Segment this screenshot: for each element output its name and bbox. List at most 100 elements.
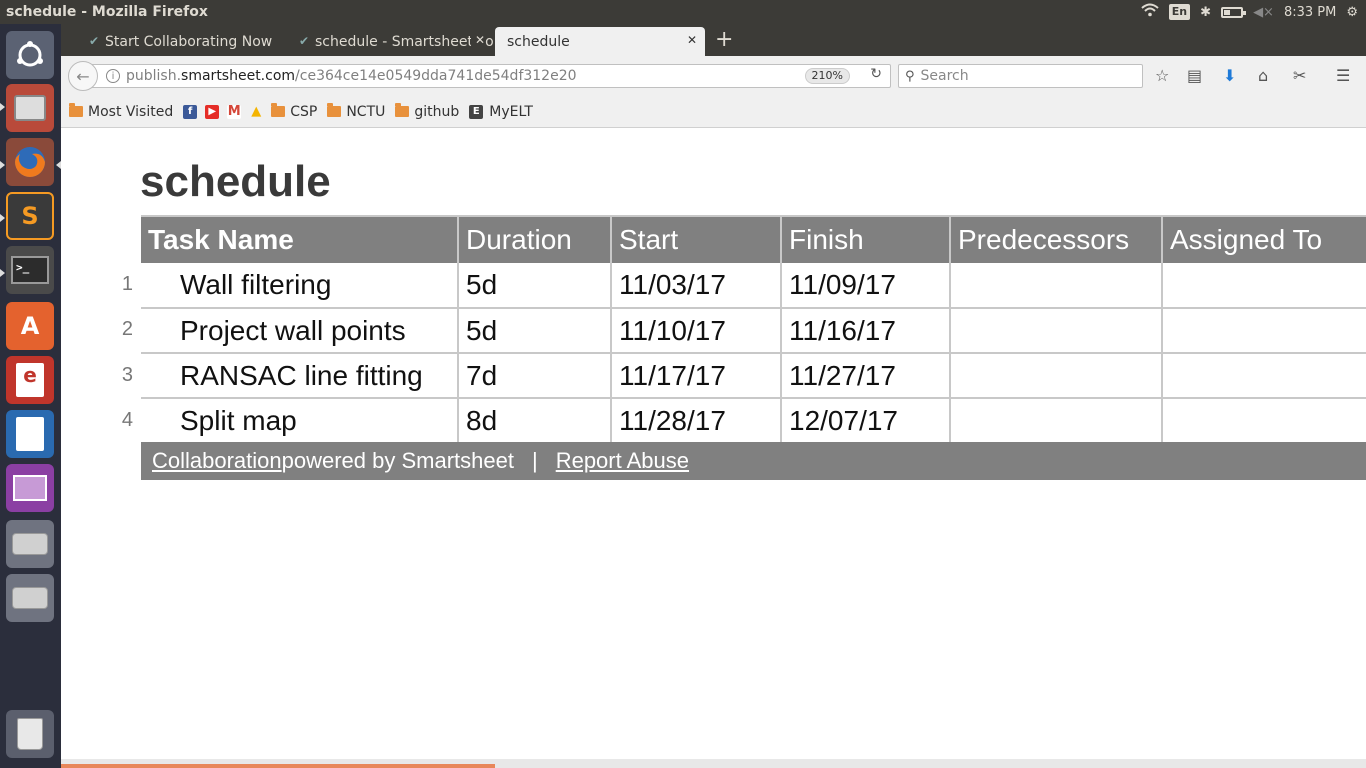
cell-task-name: Project wall points	[141, 308, 459, 354]
new-tab-icon[interactable]: +	[715, 27, 733, 52]
row-number: 1	[121, 273, 133, 295]
close-tab-icon[interactable]: ✕	[687, 33, 697, 47]
bookmark-csp[interactable]: CSP	[271, 103, 317, 120]
table-row: Wall filtering 5d 11/03/17 11/09/17	[141, 263, 1366, 309]
row-number: 3	[121, 364, 133, 386]
libreoffice-impress-icon[interactable]	[6, 464, 54, 512]
google-drive-icon[interactable]: ▲	[249, 104, 263, 119]
url-bar[interactable]: i publish.smartsheet.com/ce364ce14e0549d…	[91, 64, 891, 88]
home-icon[interactable]: ⌂	[1258, 66, 1268, 85]
column-header-predecessors: Predecessors	[950, 215, 1163, 263]
libreoffice-writer-icon[interactable]	[6, 410, 54, 458]
table-row: Project wall points 5d 11/10/17 11/16/17	[141, 308, 1366, 354]
clock[interactable]: 8:33 PM	[1284, 5, 1336, 20]
row-number: 4	[121, 409, 133, 431]
cell-start: 11/17/17	[611, 353, 782, 399]
tab-bar: ✔ Start Collaborating Now ✔ schedule - S…	[61, 24, 1366, 56]
table-row: RANSAC line fitting 7d 11/17/17 11/27/17	[141, 353, 1366, 399]
facebook-icon[interactable]: f	[183, 104, 198, 119]
page-load-progress	[61, 764, 495, 768]
cell-finish: 11/16/17	[781, 308, 951, 354]
tab-label: Start Collaborating Now	[105, 33, 273, 50]
cell-finish: 12/07/17	[781, 398, 951, 444]
terminal-icon[interactable]: >_	[6, 246, 54, 294]
powered-by-text: powered by Smartsheet	[281, 448, 514, 473]
cell-assigned-to	[1162, 398, 1366, 444]
reload-icon[interactable]: ↻	[870, 66, 882, 82]
cell-duration: 5d	[458, 263, 612, 309]
cell-duration: 5d	[458, 308, 612, 354]
smartsheet-check-icon: ✔	[299, 34, 310, 48]
system-indicators: En ✱ ◀× 8:33 PM ⚙	[1141, 3, 1366, 21]
tab-start-collaborating[interactable]: ✔ Start Collaborating Now	[83, 27, 283, 56]
folder-icon	[271, 103, 286, 117]
footer-separator: |	[531, 448, 538, 473]
unity-launcher: S >_ A e	[0, 24, 61, 768]
tab-schedule[interactable]: schedule ✕	[495, 27, 705, 56]
bookmark-nctu[interactable]: NCTU	[327, 103, 385, 120]
battery-icon[interactable]	[1221, 6, 1247, 18]
extension-icon[interactable]: ✂	[1293, 66, 1306, 85]
firefox-icon[interactable]	[6, 138, 54, 186]
tab-label: schedule	[507, 33, 570, 50]
zoom-level-badge[interactable]: 210%	[804, 68, 850, 84]
menu-icon[interactable]: ☰	[1336, 66, 1350, 85]
cell-task-name: Split map	[141, 398, 459, 444]
cell-task-name: Wall filtering	[141, 263, 459, 309]
window-title: schedule - Mozilla Firefox	[6, 4, 208, 20]
bookmark-myelt[interactable]: E MyELT	[469, 104, 533, 120]
report-abuse-link[interactable]: Report Abuse	[556, 448, 689, 474]
cell-predecessors	[950, 308, 1163, 354]
cell-assigned-to	[1162, 263, 1366, 309]
search-input[interactable]: ⚲ Search	[898, 64, 1143, 88]
bookmark-github[interactable]: github	[395, 103, 459, 120]
bluetooth-icon[interactable]: ✱	[1200, 5, 1211, 20]
cell-start: 11/03/17	[611, 263, 782, 309]
reading-list-icon[interactable]: ▤	[1187, 66, 1202, 85]
bookmark-most-visited[interactable]: Most Visited	[69, 103, 173, 120]
downloads-icon[interactable]: ⬇	[1223, 66, 1236, 85]
url-text[interactable]: publish.smartsheet.com/ce364ce14e0549dda…	[126, 68, 577, 84]
disk-drive-icon[interactable]	[6, 574, 54, 622]
sublime-text-icon[interactable]: S	[6, 192, 54, 240]
folder-icon	[327, 103, 342, 117]
column-header-assigned-to: Assigned To	[1162, 215, 1366, 263]
trash-icon[interactable]	[6, 710, 54, 758]
smartsheet-check-icon: ✔	[89, 34, 100, 48]
software-center-icon[interactable]: A	[6, 302, 54, 350]
cell-start: 11/28/17	[611, 398, 782, 444]
tab-schedule-smartsheet[interactable]: ✔ schedule - Smartsheet.com ✕	[293, 27, 493, 56]
folder-icon	[69, 103, 83, 117]
myelt-icon: E	[469, 104, 484, 119]
schedule-table: Task Name Duration Start Finish Predeces…	[141, 215, 1366, 444]
cell-predecessors	[950, 398, 1163, 444]
cell-start: 11/10/17	[611, 308, 782, 354]
settings-gear-icon[interactable]: ⚙	[1346, 5, 1358, 20]
site-info-icon[interactable]: i	[106, 69, 120, 83]
navigation-bar: i publish.smartsheet.com/ce364ce14e0549d…	[61, 56, 1366, 96]
cell-assigned-to	[1162, 353, 1366, 399]
column-header-duration: Duration	[458, 215, 612, 263]
cell-finish: 11/27/17	[781, 353, 951, 399]
column-header-finish: Finish	[781, 215, 951, 263]
youtube-icon[interactable]: ▶	[205, 104, 220, 119]
system-top-panel: schedule - Mozilla Firefox En ✱ ◀× 8:33 …	[0, 0, 1366, 24]
keyboard-layout-indicator[interactable]: En	[1168, 4, 1191, 20]
page-title: schedule	[140, 157, 331, 206]
bookmark-star-icon[interactable]: ☆	[1155, 66, 1169, 85]
sheet-footer: Collaboration powered by Smartsheet | Re…	[141, 442, 1366, 480]
column-header-start: Start	[611, 215, 782, 263]
gmail-icon[interactable]: M	[227, 104, 242, 119]
volume-muted-icon[interactable]: ◀×	[1253, 5, 1274, 20]
disk-drive-icon[interactable]	[6, 520, 54, 568]
table-row: Split map 8d 11/28/17 12/07/17	[141, 398, 1366, 444]
cell-predecessors	[950, 353, 1163, 399]
document-viewer-icon[interactable]: e	[6, 356, 54, 404]
ubuntu-dash-icon[interactable]	[6, 31, 54, 79]
wifi-icon[interactable]	[1141, 3, 1159, 21]
back-arrow-icon[interactable]: ←	[68, 61, 98, 91]
cell-assigned-to	[1162, 308, 1366, 354]
close-tab-icon[interactable]: ✕	[470, 33, 485, 47]
collaboration-link[interactable]: Collaboration	[152, 448, 282, 474]
file-manager-icon[interactable]	[6, 84, 54, 132]
